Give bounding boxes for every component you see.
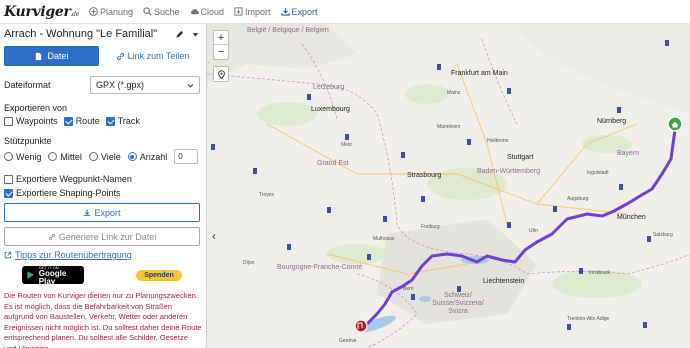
route-title-row: Arrach - Wohnung "Le Familial"	[0, 24, 206, 44]
label-liechtenstein: Liechtenstein	[483, 278, 525, 285]
label-salzburg: Salzburg	[653, 232, 673, 238]
export-of-label: Exportieren von	[4, 103, 68, 113]
label-bayern: Bayern	[617, 150, 640, 157]
support-points-label: Stützpunkte	[4, 136, 52, 146]
export-icon	[280, 7, 290, 16]
label-geneve: Genève	[339, 338, 357, 344]
external-link-icon	[4, 251, 12, 259]
nav-export[interactable]: Export	[280, 7, 318, 17]
plus-circle-icon	[89, 7, 98, 16]
nav-import[interactable]: Import	[234, 7, 271, 17]
tab-share-link[interactable]: Link zum Teilen	[103, 46, 202, 66]
checkbox-shaping-points[interactable]: Exportiere Shaping-Points	[0, 188, 206, 198]
label-frankfurt: Frankfurt am Main	[451, 70, 508, 77]
label-grand-est: Grand Est	[317, 160, 349, 167]
label-mainz: Mainz	[447, 90, 461, 96]
main-nav: Planung Suche Cloud Import Export	[89, 7, 318, 17]
label-troyes: Troyes	[259, 192, 275, 198]
label-innsbruck: Innsbruck	[589, 270, 611, 276]
label-strasbourg: Strasbourg	[407, 172, 442, 179]
dropdown-caret-icon[interactable]	[190, 29, 200, 39]
radio-mittel[interactable]: Mittel	[48, 152, 82, 162]
label-muenchen: München	[617, 214, 646, 221]
support-count-input[interactable]: 0	[174, 149, 199, 164]
play-store-icon	[27, 271, 34, 279]
zoom-out-button[interactable]: −	[214, 45, 228, 59]
tips-link[interactable]: Tipps zur Routenübertragung	[0, 250, 206, 260]
export-mode-tabs: Datei Link zum Teilen	[0, 44, 206, 68]
checkbox-route[interactable]: Route	[63, 116, 100, 126]
label-heilbronn: Heilbronn	[487, 138, 509, 144]
google-play-badge[interactable]: GET IT ON Google Play	[22, 265, 84, 285]
support-points-options: Wenig Mittel Viele Anzahl 0	[0, 149, 206, 164]
link-icon	[48, 233, 55, 240]
radio-anzahl[interactable]: Anzahl	[127, 152, 167, 162]
label-metz: Metz	[341, 142, 352, 148]
zoom-in-button[interactable]: +	[214, 31, 228, 45]
nav-planung[interactable]: Planung	[89, 7, 133, 17]
nav-suche[interactable]: Suche	[143, 7, 180, 17]
label-bern: Bern	[403, 286, 414, 292]
format-row: Dateiformat GPX (*.gpx)	[0, 76, 206, 94]
label-stuttgart: Stuttgart	[507, 154, 534, 161]
store-row: GET IT ON Google Play Spenden	[0, 265, 206, 285]
locate-button[interactable]	[213, 66, 229, 82]
label-dijon: Dijon	[243, 260, 255, 266]
collapse-sidebar-button[interactable]: ‹	[209, 229, 219, 243]
format-label: Dateiformat	[4, 80, 51, 90]
checkbox-waypoints[interactable]: Waypoints	[4, 116, 58, 126]
edit-icon[interactable]	[174, 29, 184, 39]
label-ulm: Ulm	[529, 228, 538, 234]
chevron-down-icon	[187, 83, 194, 88]
kurviger-logo[interactable]: Kurviger.de	[4, 4, 79, 20]
tab-file[interactable]: Datei	[4, 46, 99, 66]
label-nuernberg: Nürnberg	[597, 118, 627, 125]
file-icon	[36, 52, 42, 60]
map-view[interactable]: België / Belgique / Belgien Frankfurt am…	[206, 24, 690, 348]
label-bourgogne: Bourgogne-Franche-Comté	[277, 264, 363, 271]
label-ingolstadt: Ingolstadt	[587, 170, 609, 176]
radio-wenig[interactable]: Wenig	[4, 152, 41, 162]
generate-link-button[interactable]: Generiere Link zur Datei	[4, 227, 200, 246]
location-pin-icon	[217, 69, 225, 79]
link-icon	[116, 52, 124, 60]
format-select[interactable]: GPX (*.gpx)	[90, 76, 200, 94]
route-title: Arrach - Wohnung "Le Familial"	[4, 28, 158, 40]
label-mulhouse: Mulhouse	[373, 236, 395, 242]
export-button[interactable]: Export	[4, 203, 200, 222]
label-luxembourg: Luxembourg	[311, 106, 350, 113]
cloud-icon	[190, 9, 199, 15]
label-baden-wuerttemberg: Baden-Württemberg	[477, 168, 541, 175]
checkbox-waypoint-names[interactable]: Exportiere Wegpunkt-Namen	[0, 174, 206, 184]
label-belgien: België / Belgique / Belgien	[247, 27, 329, 34]
label-freiburg: Freiburg	[421, 224, 440, 230]
nav-cloud[interactable]: Cloud	[190, 7, 224, 17]
export-options: Waypoints Route Track	[0, 116, 206, 126]
donate-button[interactable]: Spenden	[136, 269, 182, 281]
download-icon	[84, 209, 91, 216]
label-augsburg: Augsburg	[567, 196, 589, 202]
radio-viele[interactable]: Viele	[88, 152, 121, 162]
checkbox-track[interactable]: Track	[105, 116, 140, 126]
export-panel: Arrach - Wohnung "Le Familial" Datei Lin…	[0, 24, 206, 348]
label-mannheim: Mannheim	[437, 124, 461, 130]
start-marker-icon[interactable]	[354, 319, 368, 333]
search-icon	[143, 7, 152, 16]
disclaimer-text: Die Routen von Kurviger dienen nur zu Pl…	[4, 291, 202, 348]
top-navbar: Kurviger.de Planung Suche Cloud Import E…	[0, 0, 690, 24]
zoom-control: + −	[213, 30, 229, 60]
import-icon	[234, 7, 243, 16]
label-letzeburg: Letzeburg	[313, 84, 345, 91]
label-trentino: Trentino-Alto Adige	[567, 316, 610, 322]
label-schweiz: Schweiz/ Suisse/Svizzera/ Svizra	[432, 292, 484, 315]
